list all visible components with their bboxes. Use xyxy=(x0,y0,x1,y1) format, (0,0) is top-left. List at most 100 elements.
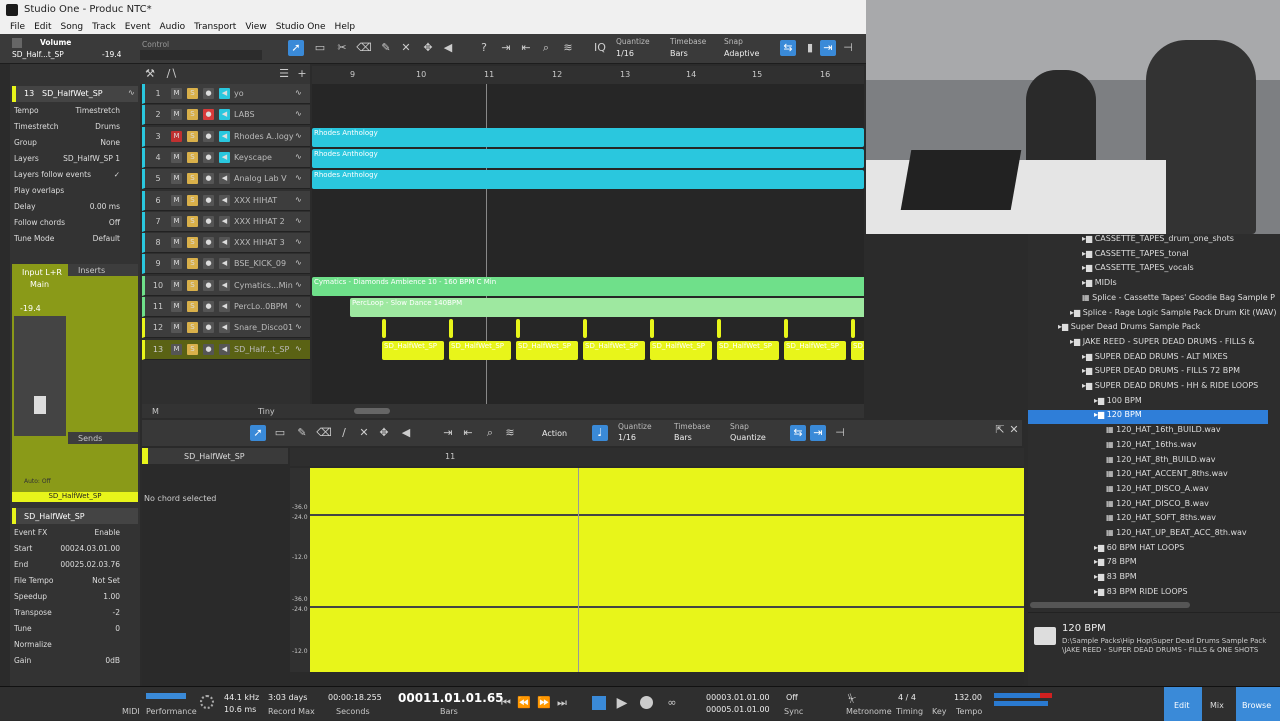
play-icon[interactable]: ▶ xyxy=(614,695,630,711)
record-arm-button[interactable]: ● xyxy=(203,194,214,206)
browser-file[interactable]: ▦ 120_HAT_16th_BUILD.wav xyxy=(1028,425,1268,439)
browser-folder[interactable]: ▸▆ 78 BPM xyxy=(1028,557,1268,571)
editor-bend-icon[interactable]: ✥ xyxy=(376,425,392,441)
browser-file[interactable]: ▦ 120_HAT_ACCENT_8ths.wav xyxy=(1028,469,1268,483)
timeline-ruler[interactable]: 9 10 11 12 13 14 15 16 xyxy=(312,66,864,84)
listen-tool-icon[interactable]: ◀ xyxy=(440,40,456,56)
solo-button[interactable]: S xyxy=(187,343,198,355)
iq-icon[interactable]: IQ xyxy=(592,40,608,56)
browser-file[interactable]: ▦ Splice - Cassette Tapes' Goodie Bag Sa… xyxy=(1028,293,1275,307)
mute-button[interactable]: M xyxy=(171,151,182,163)
browser-folder[interactable]: ▸▆ CASSETTE_TAPES_tonal xyxy=(1028,249,1268,263)
arrow-tool-icon[interactable]: ➚ xyxy=(288,40,304,56)
editor-mute-icon[interactable]: ✕ xyxy=(356,425,372,441)
record-arm-button[interactable]: ● xyxy=(203,343,214,355)
inspector-row-layers-follow[interactable]: Layers follow events ✓ xyxy=(12,170,138,184)
rhodes-clip[interactable]: Rhodes Anthology xyxy=(312,127,864,147)
browser-file[interactable]: ▦ 120_HAT_8th_BUILD.wav xyxy=(1028,455,1268,469)
track-row[interactable]: 13 M S ● ◀ SD_Half...t_SP ∿ xyxy=(142,339,310,360)
browse-button[interactable]: Browse xyxy=(1236,687,1280,721)
editor-track-header[interactable]: SD_HalfWet_SP xyxy=(142,448,288,464)
inspector-row-follow-chords[interactable]: Follow chords Off xyxy=(12,218,138,232)
automation-icon[interactable]: ∕∖ xyxy=(164,66,180,82)
mute-button[interactable]: M xyxy=(171,215,182,227)
loop-icon[interactable]: ∞ xyxy=(664,695,680,711)
snare-hit[interactable] xyxy=(650,319,654,339)
record-arm-button[interactable]: ● xyxy=(203,215,214,227)
editor-quantize-icon[interactable]: ♩ xyxy=(592,425,608,441)
event-header[interactable]: SD_HalfWet_SP xyxy=(12,508,138,524)
editor-quantize-value[interactable]: 1/16 xyxy=(618,433,636,442)
snap-toggle-icon[interactable]: ⇆ xyxy=(780,40,796,56)
menu-transport[interactable]: Transport xyxy=(194,22,236,32)
help-icon[interactable]: ? xyxy=(476,40,492,56)
rewind-icon[interactable]: ⏪ xyxy=(516,695,532,711)
sync-value[interactable]: Off xyxy=(786,693,798,702)
monitor-button[interactable]: ◀ xyxy=(219,173,230,185)
mute-button[interactable]: M xyxy=(171,301,182,312)
record-arm-button[interactable]: ● xyxy=(203,173,214,185)
monitor-button[interactable]: ◀ xyxy=(219,130,230,142)
snare-hit[interactable] xyxy=(851,319,855,339)
event-row-transpose[interactable]: Transpose -2 xyxy=(12,608,138,622)
inspector-row-layers[interactable]: Layers SD_HalfW_SP 1 xyxy=(12,154,138,168)
solo-button[interactable]: S xyxy=(187,194,198,206)
browser-file[interactable]: ▦ 120_HAT_SOFT_8ths.wav xyxy=(1028,513,1268,527)
browser-folder[interactable]: ▸▆ CASSETTE_TAPES_drum_one_shots xyxy=(1028,234,1268,248)
volume-fader[interactable] xyxy=(34,396,46,414)
split-view-icon[interactable]: ⊣ xyxy=(840,40,856,56)
track-row[interactable]: 12 M S ● ◀ Snare_Disco01 ∿ xyxy=(142,318,310,339)
event-row-start[interactable]: Start 00024.03.01.00 xyxy=(12,544,138,558)
snare-hit[interactable] xyxy=(583,319,587,339)
rhodes-clip[interactable]: Rhodes Anthology xyxy=(312,170,864,190)
event-row-end[interactable]: End 00025.02.03.76 xyxy=(12,560,138,574)
cymatics-clip[interactable]: Cymatics - Diamonds Ambience 10 - 160 BP… xyxy=(312,276,864,296)
arrange-zoom-label[interactable]: Tiny xyxy=(258,407,275,416)
snare-hit[interactable] xyxy=(382,319,386,339)
control-dropdown[interactable] xyxy=(140,50,262,60)
inspector-row-timestretch[interactable]: Timestretch Drums xyxy=(12,122,138,136)
record-arm-button[interactable]: ● xyxy=(203,237,214,249)
timebase-value[interactable]: Bars xyxy=(670,49,688,58)
mute-button[interactable]: M xyxy=(171,130,182,142)
solo-button[interactable]: S xyxy=(187,301,198,312)
record-arm-button[interactable]: ● xyxy=(203,258,214,270)
editor-ruler[interactable]: 11 xyxy=(290,448,1024,466)
track-row[interactable]: 2 M S ● ◀ LABS ∿ xyxy=(142,105,310,126)
monitor-button[interactable]: ◀ xyxy=(219,151,230,163)
inspector-row-play-overlaps[interactable]: Play overlaps xyxy=(12,186,138,200)
editor-timebase-value[interactable]: Bars xyxy=(674,433,692,442)
menu-file[interactable]: File xyxy=(10,22,25,32)
snare-hit[interactable] xyxy=(717,319,721,339)
return-zero-icon[interactable]: ⏮ xyxy=(498,695,514,711)
record-arm-button[interactable]: ● xyxy=(203,151,214,163)
waveform-display[interactable] xyxy=(310,468,1024,672)
arrange-view[interactable]: Rhodes Anthology Rhodes Anthology Rhodes A… xyxy=(312,84,864,404)
menu-track[interactable]: Track xyxy=(92,22,116,32)
menu-event[interactable]: Event xyxy=(125,22,151,32)
browser-file[interactable]: ▦ 120_HAT_DISCO_A.wav xyxy=(1028,484,1268,498)
solo-button[interactable]: S xyxy=(187,237,198,249)
menu-audio[interactable]: Audio xyxy=(160,22,186,32)
loop-marker-icon[interactable]: ▮ xyxy=(802,40,818,56)
record-arm-button[interactable]: ● xyxy=(203,279,214,291)
editor-pencil-icon[interactable]: ✎ xyxy=(294,425,310,441)
record-arm-button[interactable]: ● xyxy=(203,130,214,142)
menu-studio-one[interactable]: Studio One xyxy=(276,22,326,32)
inspector-row-tempo[interactable]: Tempo Timestretch xyxy=(12,106,138,120)
forward-icon[interactable]: ⏩ xyxy=(536,695,552,711)
event-row-speedup[interactable]: Speedup 1.00 xyxy=(12,592,138,606)
snare-hit[interactable] xyxy=(449,319,453,339)
mute-button[interactable]: M xyxy=(171,194,182,206)
event-row-gain[interactable]: Gain 0dB xyxy=(12,656,138,670)
track-row[interactable]: 4 M S ● ◀ Keyscape ∿ xyxy=(142,147,310,168)
inserts-header[interactable]: Inserts xyxy=(68,264,138,276)
track-row[interactable]: 9 M S ● ◀ BSE_KICK_09 ∿ xyxy=(142,254,310,275)
menu-help[interactable]: Help xyxy=(335,22,356,32)
event-row-file-tempo[interactable]: File Tempo Not Set xyxy=(12,576,138,590)
channel-output[interactable]: Main xyxy=(30,280,49,289)
monitor-button[interactable]: ◀ xyxy=(219,343,230,355)
monitor-button[interactable]: ◀ xyxy=(219,279,230,291)
record-arm-button[interactable]: ● xyxy=(203,301,214,312)
browser-folder[interactable]: ▸▆ 83 BPM xyxy=(1028,572,1268,586)
